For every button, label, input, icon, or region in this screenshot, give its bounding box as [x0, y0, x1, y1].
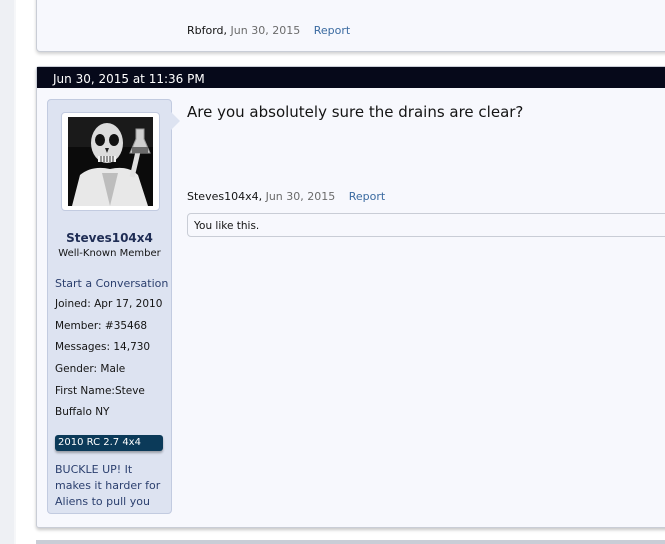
page-left-gutter [0, 0, 14, 544]
previous-post-meta: Rbford, Jun 30, 2015 Report [187, 24, 350, 37]
location-value: Buffalo NY [55, 406, 110, 418]
post-header-bar: Jun 30, 2015 at 11:36 PM [37, 67, 665, 88]
start-conversation-link[interactable]: Start a Conversation [55, 277, 168, 290]
gender-label: Gender: [55, 363, 98, 375]
joined-value: Apr 17, 2010 [94, 298, 163, 310]
avatar-image [68, 117, 153, 206]
previous-post-report-link[interactable]: Report [314, 24, 350, 37]
gender-row: Gender: Male [55, 363, 125, 375]
meta-separator: , [258, 190, 266, 203]
first-name-value: Steve [114, 385, 145, 397]
post-message: Are you absolutely sure the drains are c… [187, 103, 524, 121]
vehicle-badge: 2010 RC 2.7 4x4 [55, 435, 163, 451]
messages-row: Messages: 14,730 [55, 341, 150, 353]
likes-summary: You like this. [187, 213, 665, 237]
user-info-panel: Steves104x4 Well-Known Member Start a Co… [47, 99, 180, 514]
member-value: #35468 [104, 320, 148, 332]
joined-label: Joined: [55, 298, 91, 310]
previous-post-author[interactable]: Rbford [187, 24, 224, 37]
panel-pointer-arrow [171, 112, 180, 130]
first-name-label: First Name: [55, 385, 115, 397]
location-row: Buffalo NY [55, 406, 109, 418]
avatar[interactable] [61, 112, 160, 211]
gutter-divider [14, 0, 16, 544]
forum-post: Jun 30, 2015 at 11:36 PM Steves104x4 Wel… [36, 66, 665, 528]
user-signature: BUCKLE UP! It makes it harder for Aliens… [55, 463, 161, 508]
report-link[interactable]: Report [349, 190, 385, 203]
user-title: Well-Known Member [58, 248, 161, 259]
messages-value[interactable]: 14,730 [113, 341, 150, 353]
likes-text: You like this. [194, 220, 260, 232]
joined-row: Joined: Apr 17, 2010 [55, 298, 162, 310]
username-link[interactable]: Steves104x4 [48, 231, 171, 245]
member-row: Member: #35468 [55, 320, 147, 332]
member-label: Member: [55, 320, 102, 332]
meta-separator: , [223, 24, 231, 37]
post-meta: Steves104x4, Jun 30, 2015 Report [187, 190, 385, 203]
first-name-row: First Name:Steve [55, 385, 145, 397]
previous-post: Rbford, Jun 30, 2015 Report [36, 0, 665, 52]
gender-value: Male [100, 363, 126, 375]
previous-post-date[interactable]: Jun 30, 2015 [231, 24, 301, 37]
messages-label: Messages: [55, 341, 111, 353]
post-timestamp: Jun 30, 2015 at 11:36 PM [53, 72, 205, 86]
post-date[interactable]: Jun 30, 2015 [266, 190, 336, 203]
next-post-edge [36, 540, 665, 544]
post-author[interactable]: Steves104x4 [187, 190, 259, 203]
